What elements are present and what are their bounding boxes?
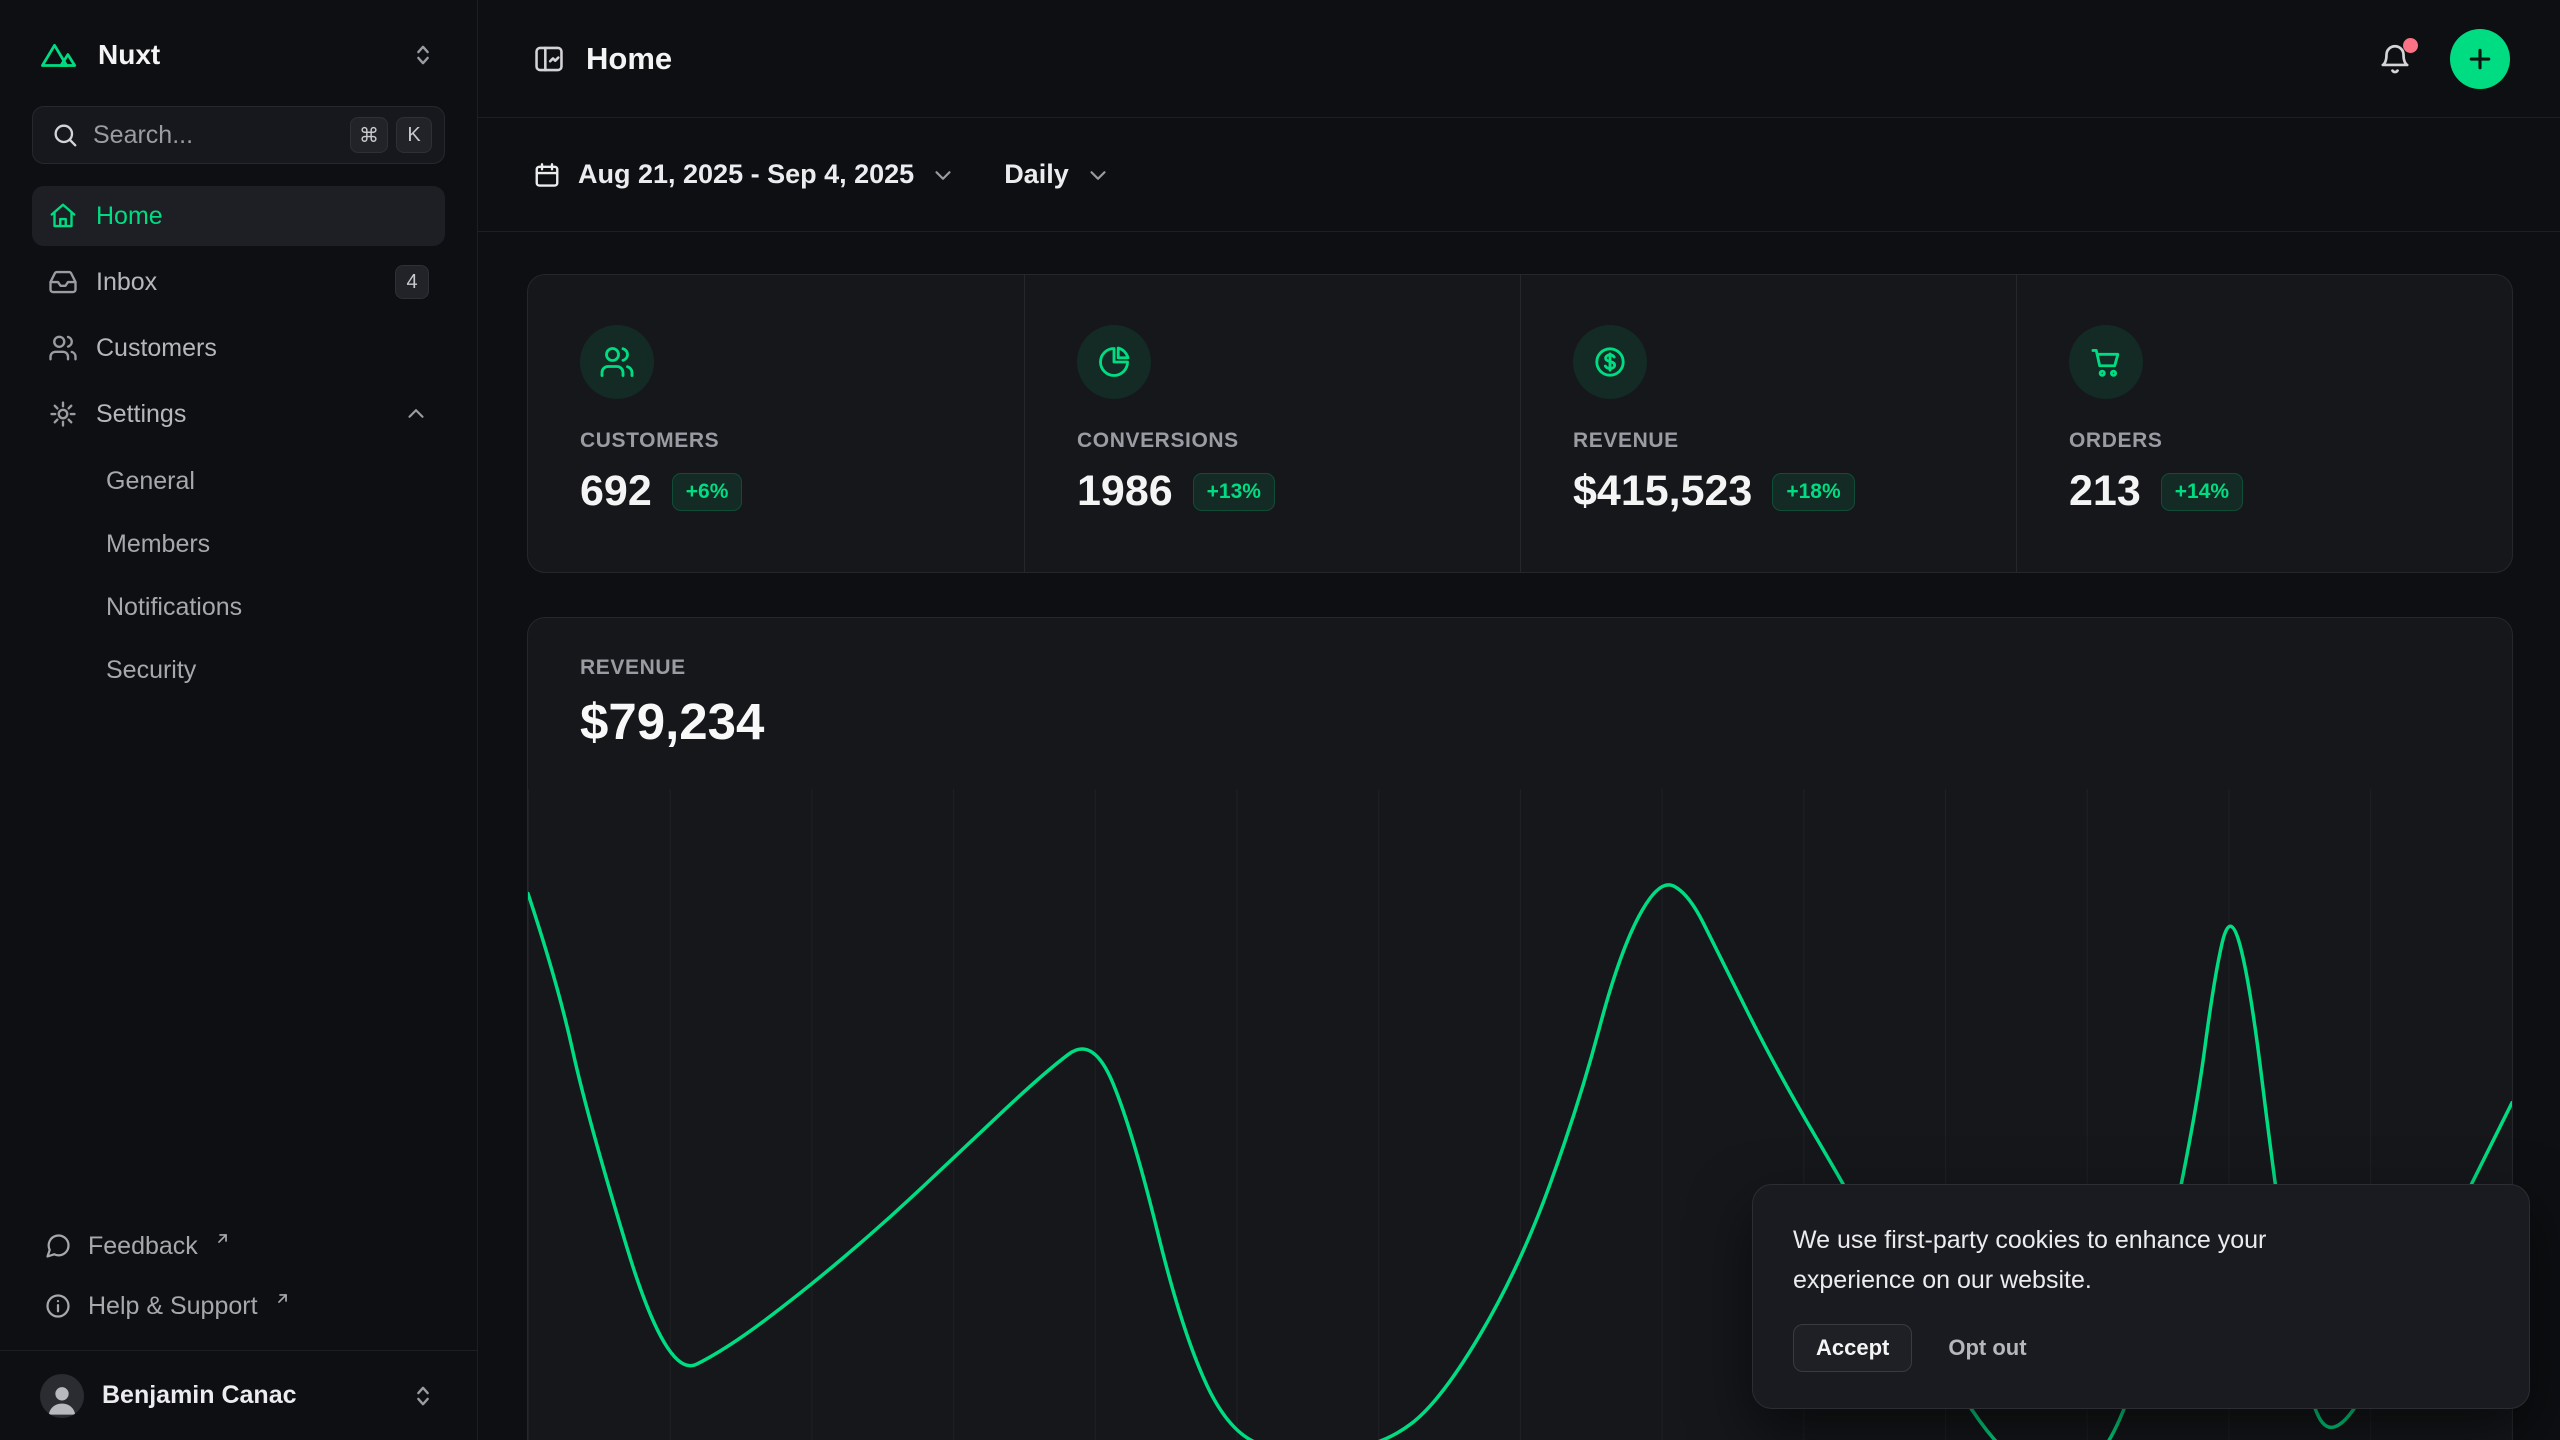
stat-value: 1986	[1077, 467, 1173, 516]
date-range-picker[interactable]: Aug 21, 2025 - Sep 4, 2025	[532, 159, 956, 190]
info-circle-icon	[44, 1292, 72, 1320]
stat-card-orders: ORDERS 213 +14%	[2016, 275, 2512, 572]
help-support-link[interactable]: Help & Support	[32, 1276, 445, 1336]
filter-toolbar: Aug 21, 2025 - Sep 4, 2025 Daily	[478, 118, 2560, 232]
external-link-icon	[214, 1230, 231, 1247]
nav-label: Settings	[96, 400, 186, 429]
sidebar-item-settings[interactable]: Settings	[32, 384, 445, 444]
sidebar-item-customers[interactable]: Customers	[32, 318, 445, 378]
home-icon	[48, 201, 78, 231]
cookie-optout-button[interactable]: Opt out	[1948, 1335, 2026, 1361]
revenue-chart-label: REVENUE	[580, 656, 2460, 680]
stat-value: 692	[580, 467, 652, 516]
add-button[interactable]	[2450, 29, 2510, 89]
stat-delta-badge: +6%	[672, 473, 743, 511]
notifications-button[interactable]	[2372, 36, 2418, 82]
kbd-cmd: ⌘	[350, 117, 388, 153]
avatar	[40, 1374, 84, 1418]
inbox-icon	[48, 267, 78, 297]
stat-card-customers: CUSTOMERS 692 +6%	[528, 275, 1024, 572]
sidebar: Nuxt Search... ⌘ K Home	[0, 0, 478, 1440]
gear-icon	[48, 399, 78, 429]
stat-delta-badge: +18%	[1772, 473, 1854, 511]
sidebar-footer: Feedback Help & Support	[0, 1216, 477, 1350]
search-input[interactable]: Search... ⌘ K	[32, 106, 445, 164]
user-menu[interactable]: Benjamin Canac	[0, 1350, 477, 1440]
pie-chart-icon	[1077, 325, 1151, 399]
interval-value: Daily	[1004, 159, 1069, 190]
stat-card-revenue: REVENUE $415,523 +18%	[1520, 275, 2016, 572]
users-icon	[48, 333, 78, 363]
topbar: Home	[478, 0, 2560, 118]
search-placeholder: Search...	[93, 121, 336, 150]
dollar-circle-icon	[1573, 325, 1647, 399]
external-link-icon	[274, 1290, 291, 1307]
chevron-up-icon	[403, 401, 429, 427]
inbox-count-badge: 4	[395, 265, 429, 299]
nav-label: Customers	[96, 334, 217, 363]
page-title: Home	[586, 41, 672, 77]
chevron-down-icon	[1085, 162, 1111, 188]
panel-dashboard-icon[interactable]	[532, 42, 566, 76]
sidebar-nav: Home Inbox 4 Customers Settings	[32, 186, 445, 702]
cookie-banner: We use first-party cookies to enhance yo…	[1752, 1184, 2530, 1409]
stat-label: CUSTOMERS	[580, 429, 719, 453]
stat-label: CONVERSIONS	[1077, 429, 1239, 453]
chevron-updown-icon	[409, 1382, 437, 1410]
feedback-link[interactable]: Feedback	[32, 1216, 445, 1276]
nav-label: Home	[96, 202, 163, 231]
chevron-updown-icon	[409, 41, 437, 69]
settings-subnav: General Members Notifications Security	[32, 450, 445, 702]
workspace-name: Nuxt	[98, 39, 160, 71]
kbd-k: K	[396, 117, 432, 153]
date-range-value: Aug 21, 2025 - Sep 4, 2025	[578, 159, 914, 190]
search-icon	[51, 121, 79, 149]
interval-select[interactable]: Daily	[1004, 159, 1111, 190]
stat-value: 213	[2069, 467, 2141, 516]
revenue-chart-value: $79,234	[580, 692, 2460, 751]
stat-delta-badge: +13%	[1193, 473, 1275, 511]
sidebar-item-general[interactable]: General	[32, 450, 445, 513]
sidebar-item-inbox[interactable]: Inbox 4	[32, 252, 445, 312]
stat-label: REVENUE	[1573, 429, 1679, 453]
chat-bubble-icon	[44, 1232, 72, 1260]
users-icon	[580, 325, 654, 399]
stat-card-conversions: CONVERSIONS 1986 +13%	[1024, 275, 1520, 572]
stats-row: CUSTOMERS 692 +6% CONVERSIONS 1986 +13%	[527, 274, 2513, 573]
workspace-switcher[interactable]: Nuxt	[32, 18, 445, 92]
sidebar-item-members[interactable]: Members	[32, 513, 445, 576]
cookie-accept-button[interactable]: Accept	[1793, 1324, 1912, 1372]
footer-link-label: Help & Support	[88, 1292, 258, 1321]
cart-icon	[2069, 325, 2143, 399]
sidebar-item-security[interactable]: Security	[32, 639, 445, 702]
sidebar-item-home[interactable]: Home	[32, 186, 445, 246]
stat-label: ORDERS	[2069, 429, 2162, 453]
stat-delta-badge: +14%	[2161, 473, 2243, 511]
user-name: Benjamin Canac	[102, 1381, 391, 1410]
sidebar-item-notifications[interactable]: Notifications	[32, 576, 445, 639]
nav-label: Inbox	[96, 268, 157, 297]
cookie-message: We use first-party cookies to enhance yo…	[1793, 1221, 2373, 1300]
nuxt-logo-icon	[40, 40, 82, 70]
chevron-down-icon	[930, 162, 956, 188]
calendar-icon	[532, 160, 562, 190]
stat-value: $415,523	[1573, 467, 1752, 516]
notification-dot	[2403, 38, 2418, 53]
search-shortcut: ⌘ K	[350, 117, 432, 153]
footer-link-label: Feedback	[88, 1232, 198, 1261]
